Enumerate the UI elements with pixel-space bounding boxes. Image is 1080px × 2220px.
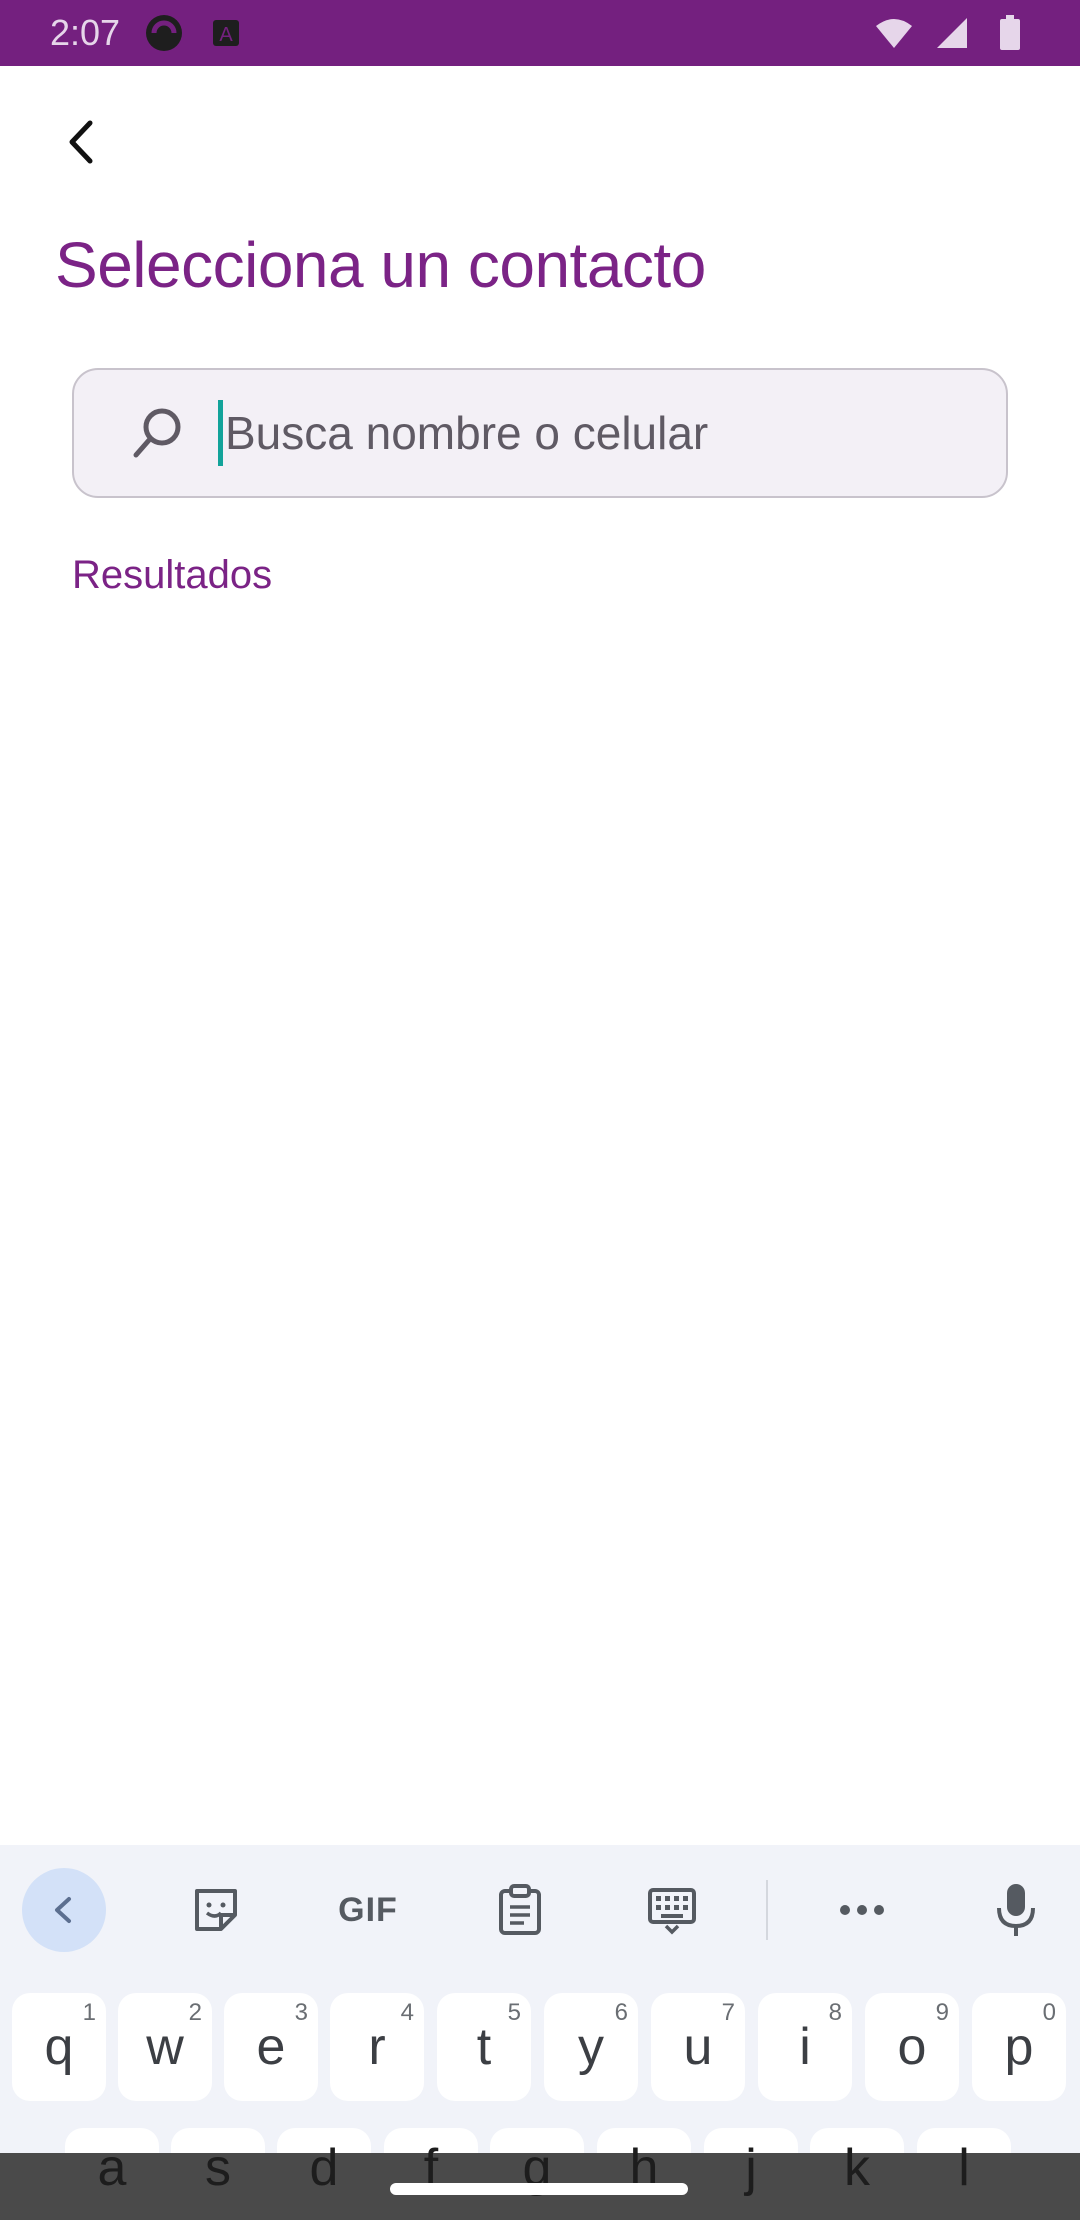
mic-icon bbox=[997, 1884, 1035, 1936]
key-number: 3 bbox=[294, 1999, 308, 2026]
wifi-icon bbox=[874, 13, 914, 53]
key-k[interactable]: k bbox=[810, 2128, 904, 2220]
keyboard-collapse-button[interactable] bbox=[22, 1868, 106, 1952]
results-label: Resultados bbox=[72, 553, 273, 597]
key-d[interactable]: d bbox=[277, 2128, 371, 2220]
keyboard-settings-button[interactable] bbox=[630, 1868, 714, 1952]
status-bar: 2:07 A bbox=[0, 0, 1080, 66]
gif-button[interactable]: GIF bbox=[326, 1868, 410, 1952]
key-g[interactable]: g bbox=[490, 2128, 584, 2220]
key-s[interactable]: s bbox=[171, 2128, 265, 2220]
key-number: 0 bbox=[1042, 1999, 1056, 2026]
key-t[interactable]: t5 bbox=[437, 1993, 531, 2101]
signal-icon bbox=[932, 13, 972, 53]
key-label: q bbox=[44, 2018, 74, 2076]
key-label: w bbox=[146, 2018, 184, 2076]
more-icon bbox=[840, 1905, 884, 1915]
key-q[interactable]: q1 bbox=[12, 1993, 106, 2101]
battery-icon bbox=[990, 13, 1030, 53]
key-number: 5 bbox=[507, 1999, 521, 2026]
chevron-left-icon bbox=[55, 1897, 71, 1923]
clipboard-icon bbox=[499, 1884, 541, 1935]
keyboard-toolbar: GIF bbox=[0, 1845, 1080, 1975]
key-a[interactable]: a bbox=[65, 2128, 159, 2220]
more-button[interactable] bbox=[820, 1868, 904, 1952]
keyboard-icon bbox=[648, 1888, 696, 1935]
sticker-icon bbox=[195, 1889, 237, 1931]
chevron-left-icon bbox=[69, 120, 93, 164]
key-label: r bbox=[368, 2018, 386, 2076]
search-input[interactable] bbox=[225, 406, 925, 460]
page-title: Selecciona un contacto bbox=[55, 229, 706, 301]
keyboard-row2: a s d f g h j k l bbox=[0, 2128, 1080, 2220]
key-l[interactable]: l bbox=[917, 2128, 1011, 2220]
key-number: 9 bbox=[935, 1999, 949, 2026]
search-icon bbox=[126, 401, 190, 465]
key-w[interactable]: w2 bbox=[118, 1993, 212, 2101]
text-a-icon: A bbox=[206, 13, 246, 53]
key-label: e bbox=[256, 2018, 286, 2076]
key-label: p bbox=[1004, 2018, 1034, 2076]
key-o[interactable]: o9 bbox=[865, 1993, 959, 2101]
key-f[interactable]: f bbox=[384, 2128, 478, 2220]
sticker-button[interactable] bbox=[174, 1868, 258, 1952]
status-icons-right bbox=[874, 13, 1030, 53]
key-number: 2 bbox=[188, 1999, 202, 2026]
screen: 2:07 A Selecciona un contacto Busca nomb… bbox=[0, 0, 1080, 2220]
svg-text:A: A bbox=[219, 24, 233, 46]
status-time: 2:07 bbox=[50, 12, 121, 53]
key-p[interactable]: p0 bbox=[972, 1993, 1066, 2101]
key-number: 1 bbox=[82, 1999, 96, 2026]
home-indicator[interactable] bbox=[390, 2183, 688, 2195]
voice-input-button[interactable] bbox=[974, 1868, 1058, 1952]
key-i[interactable]: i8 bbox=[758, 1993, 852, 2101]
key-label: o bbox=[897, 2018, 927, 2076]
key-r[interactable]: r4 bbox=[330, 1993, 424, 2101]
key-number: 6 bbox=[614, 1999, 628, 2026]
app-circle-icon bbox=[144, 13, 184, 53]
key-u[interactable]: u7 bbox=[651, 1993, 745, 2101]
key-label: t bbox=[476, 2018, 492, 2076]
key-number: 7 bbox=[721, 1999, 735, 2026]
status-icons-left: A bbox=[144, 13, 246, 53]
clipboard-button[interactable] bbox=[478, 1868, 562, 1952]
key-number: 4 bbox=[400, 1999, 414, 2026]
key-number: 8 bbox=[828, 1999, 842, 2026]
back-button[interactable] bbox=[50, 112, 110, 172]
text-caret bbox=[218, 400, 223, 466]
search-box[interactable] bbox=[72, 368, 1008, 498]
key-j[interactable]: j bbox=[704, 2128, 798, 2220]
key-y[interactable]: y6 bbox=[544, 1993, 638, 2101]
key-label: i bbox=[799, 2018, 811, 2076]
key-e[interactable]: e3 bbox=[224, 1993, 318, 2101]
gif-label: GIF bbox=[338, 1890, 398, 1929]
key-label: y bbox=[578, 2018, 604, 2076]
toolbar-divider bbox=[766, 1880, 768, 1940]
key-h[interactable]: h bbox=[597, 2128, 691, 2220]
key-label: u bbox=[683, 2018, 713, 2076]
